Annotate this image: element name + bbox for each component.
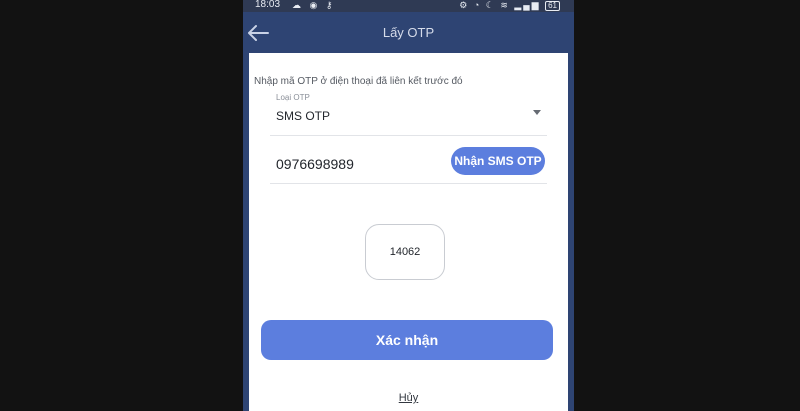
notification-icons: ☁ ◉ ⚷ — [292, 0, 336, 10]
instruction-text: Nhập mã OTP ở điện thoại đã liên kết trư… — [254, 76, 463, 87]
side-border-right — [568, 53, 574, 411]
otp-type-select[interactable]: Loại OTP SMS OTP — [270, 93, 547, 136]
page-title: Lấy OTP — [382, 25, 435, 40]
status-bar: 18:03 ☁ ◉ ⚷ ⚙ ◔ ☾ ≋ ▂▄▆ 61 — [243, 0, 574, 12]
app-bar: Lấy OTP — [243, 12, 574, 53]
otp-type-label: Loại OTP — [276, 93, 310, 102]
cancel-link[interactable]: Hủy — [249, 392, 568, 404]
otp-type-value: SMS OTP — [276, 109, 331, 123]
phone-screen: 18:03 ☁ ◉ ⚷ ⚙ ◔ ☾ ≋ ▂▄▆ 61 Lấy OTP Nhập … — [243, 0, 574, 411]
phone-number-field[interactable]: 0976698989 — [276, 156, 354, 172]
status-time: 18:03 — [255, 0, 281, 10]
otp-form-card: Nhập mã OTP ở điện thoại đã liên kết trư… — [249, 59, 568, 411]
otp-code-input[interactable]: 14062 — [365, 224, 445, 280]
request-sms-otp-button[interactable]: Nhận SMS OTP — [451, 147, 545, 175]
system-icons: ⚙ ◔ ☾ ≋ ▂▄▆ 61 — [459, 0, 560, 11]
battery-icon: 61 — [545, 1, 560, 11]
phone-number-row: 0976698989 Nhận SMS OTP — [270, 141, 547, 184]
confirm-button[interactable]: Xác nhận — [261, 320, 553, 360]
dropdown-arrow-icon — [533, 110, 541, 115]
